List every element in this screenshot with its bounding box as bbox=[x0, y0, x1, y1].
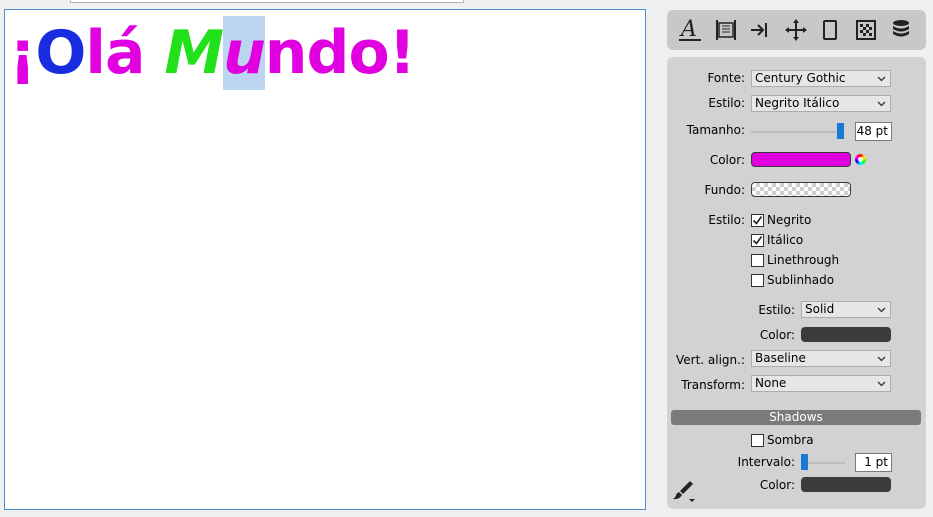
text-canvas[interactable]: ¡Olá Mundo! bbox=[4, 9, 646, 510]
color-label: Color: bbox=[709, 153, 745, 167]
font-select[interactable]: Century Gothic bbox=[751, 70, 891, 87]
chevron-down-icon bbox=[877, 101, 886, 107]
checkmark-icon bbox=[752, 216, 763, 225]
headline-segment: ndo! bbox=[264, 18, 416, 88]
transform-select[interactable]: None bbox=[751, 375, 891, 392]
checkbox-label: Linethrough bbox=[767, 253, 840, 267]
top-input-edge bbox=[70, 0, 464, 3]
shadow-color-label: Color: bbox=[759, 478, 795, 492]
pattern-icon[interactable] bbox=[853, 16, 879, 44]
style-label: Estilo: bbox=[708, 96, 745, 110]
font-label: Fonte: bbox=[707, 71, 745, 85]
size-label: Tamanho: bbox=[686, 123, 745, 137]
database-icon[interactable] bbox=[888, 16, 914, 44]
transform-value: None bbox=[755, 376, 787, 390]
interval-label: Intervalo: bbox=[737, 455, 795, 469]
checkbox-linethrough[interactable] bbox=[751, 254, 764, 267]
page-icon[interactable] bbox=[817, 16, 843, 44]
interval-slider-thumb[interactable] bbox=[801, 454, 808, 470]
shadow-checkbox[interactable] bbox=[751, 434, 764, 447]
checkbox-label: Sublinhado bbox=[767, 273, 835, 287]
checkbox-label: Itálico bbox=[767, 233, 804, 247]
indent-icon[interactable] bbox=[746, 16, 772, 44]
style-select-value: Negrito Itálico bbox=[755, 96, 840, 110]
paragraph-icon[interactable] bbox=[713, 16, 739, 44]
svg-text:A: A bbox=[679, 17, 697, 42]
vertical-align-label: Vert. align.: bbox=[675, 353, 745, 367]
interval-input[interactable]: 1 pt bbox=[855, 453, 892, 472]
shadows-section-header[interactable]: Shadows bbox=[671, 410, 921, 425]
line-style-value: Solid bbox=[805, 302, 835, 316]
checkbox-label: Negrito bbox=[767, 213, 812, 227]
checkbox-negrito[interactable] bbox=[751, 214, 764, 227]
shadow-color-swatch[interactable] bbox=[801, 477, 891, 492]
chevron-down-icon bbox=[877, 381, 886, 387]
chevron-down-icon bbox=[877, 307, 886, 313]
headline-segment: u bbox=[223, 16, 266, 90]
transform-label: Transform: bbox=[681, 378, 745, 392]
style-select[interactable]: Negrito Itálico bbox=[751, 95, 891, 112]
text-style-icon[interactable]: A bbox=[677, 16, 703, 44]
checkbox-itálico[interactable] bbox=[751, 234, 764, 247]
color-wheel-icon[interactable] bbox=[855, 154, 866, 165]
size-input[interactable]: 48 pt bbox=[855, 122, 892, 141]
panel-toolbar: A bbox=[667, 10, 926, 50]
headline-segment: M bbox=[164, 18, 224, 88]
move-icon[interactable] bbox=[783, 16, 809, 44]
size-slider-thumb[interactable] bbox=[837, 123, 844, 139]
headline-segment: lá bbox=[85, 18, 165, 88]
checkbox-sublinhado[interactable] bbox=[751, 274, 764, 287]
vertical-align-select[interactable]: Baseline bbox=[751, 350, 891, 367]
size-slider-track[interactable] bbox=[751, 131, 843, 133]
text-properties-panel: Fonte: Century Gothic Estilo: Negrito It… bbox=[667, 57, 926, 509]
background-color-swatch[interactable] bbox=[751, 182, 851, 197]
vertical-align-value: Baseline bbox=[755, 351, 806, 365]
headline-segment: ¡ bbox=[9, 18, 36, 88]
decoration-label: Estilo: bbox=[708, 213, 745, 227]
background-label: Fundo: bbox=[704, 183, 745, 197]
line-style-select[interactable]: Solid bbox=[801, 301, 891, 318]
font-select-value: Century Gothic bbox=[755, 71, 846, 85]
checkmark-icon bbox=[752, 236, 763, 245]
chevron-down-icon bbox=[877, 76, 886, 82]
line-style-label: Estilo: bbox=[758, 303, 795, 317]
chevron-down-icon bbox=[877, 356, 886, 362]
font-color-swatch[interactable] bbox=[751, 152, 851, 167]
headline-segment: O bbox=[35, 18, 86, 88]
headline-text[interactable]: ¡Olá Mundo! bbox=[9, 16, 416, 90]
line-color-swatch[interactable] bbox=[801, 327, 891, 342]
line-color-label: Color: bbox=[759, 328, 795, 342]
shadow-label: Sombra bbox=[767, 433, 814, 447]
brush-icon[interactable] bbox=[670, 478, 696, 504]
